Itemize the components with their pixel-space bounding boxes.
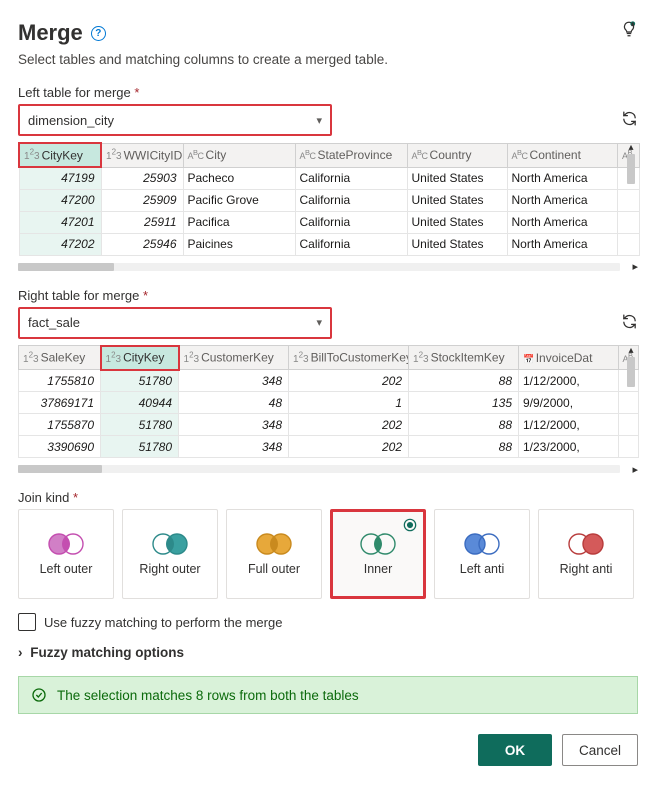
page-title: Merge [18, 20, 83, 46]
scroll-up-icon[interactable]: ▴ [624, 345, 638, 357]
join-kind-options: Left outer Right outer Full outer Inner … [18, 509, 638, 599]
match-status-text: The selection matches 8 rows from both t… [57, 688, 359, 703]
join-option-inner[interactable]: Inner [330, 509, 426, 599]
table-row[interactable]: 175581051780348202881/12/2000, [19, 370, 639, 392]
column-header[interactable]: 123CityKey [19, 143, 101, 167]
table-row[interactable]: 4719925903PachecoCaliforniaUnited States… [19, 167, 639, 189]
fuzzy-options-expander[interactable]: › Fuzzy matching options [18, 645, 638, 660]
fuzzy-matching-checkbox[interactable] [18, 613, 36, 631]
refresh-left-icon[interactable] [621, 110, 638, 130]
column-header[interactable]: 123CustomerKey [179, 346, 289, 370]
svg-text:1: 1 [632, 23, 634, 27]
right-table-label: Right table for merge [18, 288, 139, 303]
page-subtitle: Select tables and matching columns to cr… [18, 52, 638, 67]
left-table-label: Left table for merge [18, 85, 131, 100]
column-header[interactable]: 123StockItemKey [409, 346, 519, 370]
chevron-down-icon: ▾ [316, 316, 322, 329]
table-row[interactable]: 339069051780348202881/23/2000, [19, 436, 639, 458]
scrollbar-thumb[interactable] [627, 154, 635, 184]
column-header[interactable]: 123WWICityID [101, 143, 183, 167]
chevron-down-icon: ▾ [316, 114, 322, 127]
column-header[interactable]: ABCStateProvince [295, 143, 407, 167]
cancel-button[interactable]: Cancel [562, 734, 638, 766]
fuzzy-matching-label: Use fuzzy matching to perform the merge [44, 615, 282, 630]
scroll-right-icon[interactable]: ▸ [624, 463, 638, 476]
join-option-left-anti[interactable]: Left anti [434, 509, 530, 599]
column-header[interactable]: ABCCity [183, 143, 295, 167]
table-row[interactable]: 175587051780348202881/12/2000, [19, 414, 639, 436]
column-header[interactable]: 123BillToCustomerKey [289, 346, 409, 370]
table-row[interactable]: 4720225946PaicinesCaliforniaUnited State… [19, 233, 639, 255]
column-header[interactable]: ABCContinent [507, 143, 617, 167]
chevron-right-icon: › [18, 645, 23, 660]
left-table-dropdown[interactable]: dimension_city ▾ [18, 104, 332, 136]
idea-icon[interactable]: 1 [620, 20, 638, 41]
table-row[interactable]: 4720125911PacificaCaliforniaUnited State… [19, 211, 639, 233]
column-header[interactable]: ABCCountry [407, 143, 507, 167]
scroll-right-icon[interactable]: ▸ [624, 260, 638, 273]
join-option-full-outer[interactable]: Full outer [226, 509, 322, 599]
column-header[interactable]: 123SaleKey [19, 346, 101, 370]
table-row[interactable]: 4720025909Pacific GroveCaliforniaUnited … [19, 189, 639, 211]
join-kind-label: Join kind [18, 490, 69, 505]
right-table-grid[interactable]: 123SaleKey123CityKey123CustomerKey123Bil… [18, 345, 639, 459]
refresh-right-icon[interactable] [621, 313, 638, 333]
left-hscroll[interactable]: ▸ [18, 260, 638, 274]
column-header[interactable]: 123CityKey [101, 346, 179, 370]
column-header[interactable]: 📅InvoiceDat [519, 346, 619, 370]
match-status-bar: The selection matches 8 rows from both t… [18, 676, 638, 714]
scrollbar-thumb[interactable] [627, 357, 635, 387]
table-row[interactable]: 37869171409444811359/9/2000, [19, 392, 639, 414]
scroll-up-icon[interactable]: ▴ [624, 142, 638, 154]
join-option-right-outer[interactable]: Right outer [122, 509, 218, 599]
ok-button[interactable]: OK [478, 734, 552, 766]
right-table-dropdown[interactable]: fact_sale ▾ [18, 307, 332, 339]
join-option-left-outer[interactable]: Left outer [18, 509, 114, 599]
right-hscroll[interactable]: ▸ [18, 462, 638, 476]
left-table-grid[interactable]: 123CityKey123WWICityIDABCCityABCStatePro… [18, 142, 640, 256]
help-icon[interactable]: ? [91, 26, 106, 41]
join-option-right-anti[interactable]: Right anti [538, 509, 634, 599]
